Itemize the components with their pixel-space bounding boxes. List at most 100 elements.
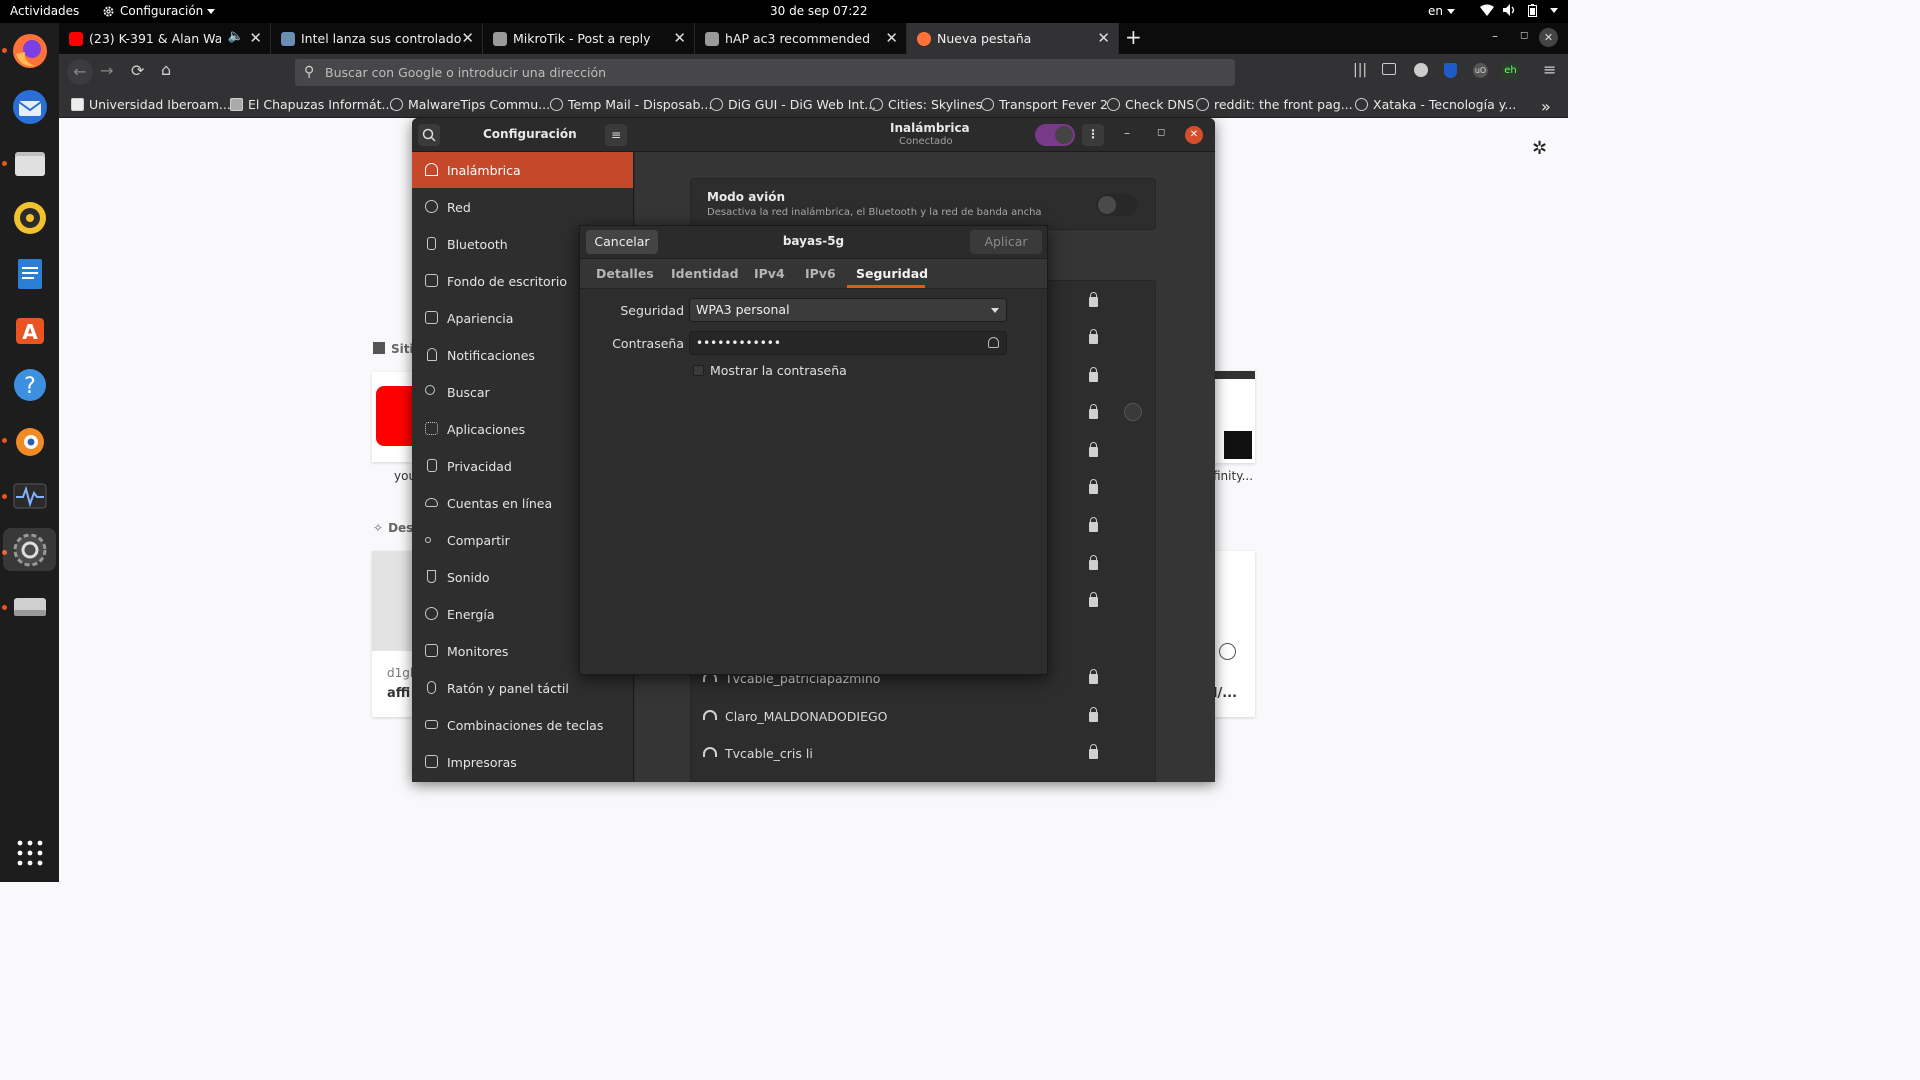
network-row[interactable]: Tvcable_cris li (691, 734, 1155, 772)
airplane-mode-switch[interactable] (1096, 194, 1138, 216)
settings-launcher[interactable] (3, 528, 56, 571)
sidebar-item-mouse[interactable]: Ratón y panel táctil (412, 670, 633, 706)
network-settings-gear-icon[interactable] (1124, 403, 1142, 421)
security-type-combo[interactable]: WPA3 personal (689, 298, 1007, 322)
airplane-mode-row[interactable]: Modo avión Desactiva la red inalámbrica,… (690, 178, 1156, 230)
close-icon[interactable]: ✕ (885, 29, 898, 47)
bookmark-item[interactable]: reddit: the front pag... (1196, 97, 1353, 112)
folder-icon (14, 151, 45, 176)
volume-icon[interactable] (1503, 4, 1517, 19)
site-icon (281, 31, 295, 46)
password-field[interactable]: •••••••••••• (689, 331, 1007, 355)
show-password-row[interactable]: Mostrar la contraseña (693, 363, 847, 378)
thunderbird-icon (12, 89, 47, 124)
hamburger-menu-icon[interactable]: ≡ (605, 124, 627, 146)
tab-ipv6[interactable]: IPv6 (805, 266, 836, 281)
privacy-badger-icon[interactable] (1444, 63, 1457, 78)
tab-identity[interactable]: Identidad (671, 266, 739, 281)
browser-tab[interactable]: hAP ac3 recommended buy? ✕ (695, 23, 907, 54)
dialog-header: Cancelar bayas-5g Aplicar (580, 226, 1047, 259)
browser-tab[interactable]: (23) K-391 & Alan Walker 🔈 ✕ (59, 23, 271, 54)
hamburger-menu-icon[interactable]: ≡ (1543, 60, 1556, 79)
battery-icon[interactable] (1528, 4, 1537, 20)
sidebar-item-keyboard[interactable]: Combinaciones de teclas (412, 707, 633, 743)
system-monitor-launcher[interactable] (8, 474, 51, 517)
search-icon (425, 385, 435, 395)
show-password-checkbox[interactable] (693, 365, 704, 376)
bookmark-item[interactable]: DiG GUI - DiG Web Int... (710, 97, 876, 112)
gear-icon[interactable]: ✲ (1532, 138, 1547, 159)
close-icon[interactable]: ✕ (1097, 29, 1110, 47)
top-site-tile[interactable] (1214, 371, 1255, 463)
blender-launcher[interactable] (8, 418, 51, 461)
new-tab-plus-icon[interactable]: + (1125, 25, 1142, 49)
clock[interactable]: 30 de sep 07:22 (770, 4, 868, 18)
chevron-right-icon[interactable]: » (1541, 97, 1551, 116)
activities-button[interactable]: Actividades (10, 4, 79, 18)
bookmark-item[interactable]: Transport Fever 2 (981, 97, 1108, 112)
tab-ipv4[interactable]: IPv4 (754, 266, 785, 281)
minimize-icon[interactable]: – (1492, 29, 1498, 43)
bookmark-item[interactable]: MalwareTips Commu... (390, 97, 550, 112)
sidebar-item-label: Compartir (447, 532, 510, 548)
system-menu-caret[interactable] (1546, 4, 1558, 18)
maximize-icon[interactable]: ◻ (1520, 30, 1528, 41)
forward-arrow-icon[interactable]: → (100, 61, 113, 80)
bookmarks-toolbar: Universidad Iberoam... El Chapuzas Infor… (59, 90, 1568, 118)
sidebar-item-network[interactable]: Red (412, 189, 633, 225)
sidebar-icon[interactable] (1382, 63, 1396, 75)
close-icon[interactable]: ✕ (461, 29, 474, 47)
browser-tab[interactable]: MikroTik - Post a reply ✕ (483, 23, 695, 54)
rhythmbox-launcher[interactable] (8, 196, 51, 239)
tab-details[interactable]: Detalles (596, 266, 654, 281)
bookmark-item[interactable]: Xataka - Tecnología y... (1355, 97, 1516, 112)
wifi-toggle-switch[interactable] (1035, 124, 1075, 146)
extension-eh-icon[interactable]: eh (1502, 62, 1519, 79)
maximize-icon[interactable]: ◻ (1157, 127, 1165, 138)
printer-icon (425, 755, 438, 768)
url-bar[interactable]: ⚲ Buscar con Google o introducir una dir… (295, 59, 1235, 86)
bookmark-item[interactable]: El Chapuzas Informát... (230, 97, 393, 112)
wifi-status-icon[interactable] (1480, 4, 1494, 19)
help-launcher[interactable]: ? (8, 363, 51, 406)
firefox-launcher[interactable] (8, 29, 51, 72)
browser-tab-selected[interactable]: Nueva pestaña ✕ (907, 23, 1119, 54)
show-password-label: Mostrar la contraseña (710, 363, 847, 378)
reload-icon[interactable]: ⟳ (131, 61, 144, 80)
close-icon[interactable]: ✕ (673, 29, 686, 47)
close-icon[interactable]: ✕ (1185, 126, 1203, 144)
account-icon[interactable] (1414, 63, 1428, 77)
library-icon[interactable]: ||| (1353, 62, 1367, 78)
back-arrow-icon[interactable]: ← (67, 59, 93, 85)
tab-security[interactable]: Seguridad (856, 266, 928, 281)
show-applications-button[interactable] (8, 831, 51, 874)
user-icon[interactable] (988, 337, 999, 348)
bookmark-item[interactable]: Temp Mail - Disposab... (550, 97, 712, 112)
software-launcher[interactable]: A (8, 307, 51, 350)
home-icon[interactable]: ⌂ (161, 60, 171, 79)
browser-tab[interactable]: Intel lanza sus controladores ✕ (271, 23, 483, 54)
sidebar-item-wireless[interactable]: Inalámbrica (412, 152, 633, 188)
close-icon[interactable]: ✕ (249, 29, 262, 47)
top-site-tile[interactable] (372, 372, 412, 462)
files-launcher[interactable] (8, 141, 51, 184)
bookmark-item[interactable]: Check DNS (1107, 97, 1194, 112)
sidebar-item-label: Combinaciones de teclas (447, 717, 604, 733)
language-indicator[interactable]: en (1428, 4, 1455, 18)
writer-launcher[interactable] (8, 252, 51, 295)
app-menu[interactable]: Configuración (102, 4, 216, 18)
sidebar-item-printers[interactable]: Impresoras (412, 744, 633, 780)
network-row[interactable]: Claro_MALDONADODIEGO (691, 697, 1155, 735)
minimize-icon[interactable]: – (1124, 126, 1130, 140)
close-window-icon[interactable]: ✕ (1539, 28, 1558, 47)
drive-launcher[interactable] (8, 585, 51, 628)
apply-button[interactable]: Aplicar (970, 230, 1042, 254)
ublock-icon[interactable]: uO (1473, 63, 1488, 78)
thunderbird-launcher[interactable] (8, 85, 51, 128)
more-options-icon[interactable]: ⋮ (1082, 124, 1104, 146)
bookmark-item[interactable]: Cities: Skylines (870, 97, 982, 112)
software-center-icon: A (15, 317, 44, 344)
bookmark-item[interactable]: Universidad Iberoam... (71, 97, 231, 112)
speaker-icon[interactable]: 🔈 (228, 29, 244, 44)
search-button[interactable] (418, 124, 440, 146)
